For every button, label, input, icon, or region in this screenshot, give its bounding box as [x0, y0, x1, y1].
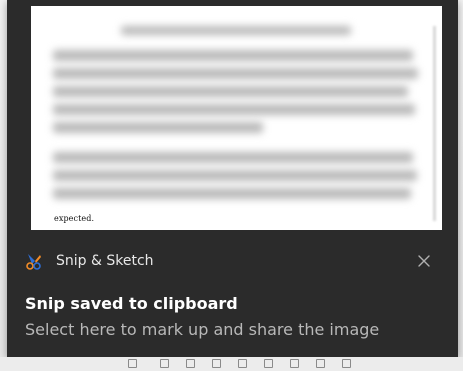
taskbar-icon[interactable]	[160, 359, 169, 368]
close-icon[interactable]	[415, 252, 433, 270]
notification-header: Snip & Sketch	[24, 248, 444, 276]
taskbar-icon[interactable]	[342, 359, 351, 368]
notification-body[interactable]: Select here to mark up and share the ima…	[25, 320, 379, 339]
taskbar-icon[interactable]	[238, 359, 247, 368]
taskbar-icon[interactable]	[264, 359, 273, 368]
taskbar-icon[interactable]	[186, 359, 195, 368]
snip-toast-notification[interactable]: expected. Snip & Sketch Snip saved to cl…	[7, 0, 458, 357]
notification-title: Snip saved to clipboard	[25, 294, 238, 313]
snip-thumbnail[interactable]: expected.	[31, 6, 442, 230]
thumbnail-caption: expected.	[54, 214, 95, 223]
taskbar-strip	[0, 357, 463, 371]
taskbar-icon[interactable]	[290, 359, 299, 368]
taskbar-icon[interactable]	[128, 359, 137, 368]
taskbar-icon[interactable]	[316, 359, 325, 368]
taskbar-icon[interactable]	[212, 359, 221, 368]
snip-sketch-icon	[26, 254, 41, 270]
app-name: Snip & Sketch	[56, 253, 154, 269]
